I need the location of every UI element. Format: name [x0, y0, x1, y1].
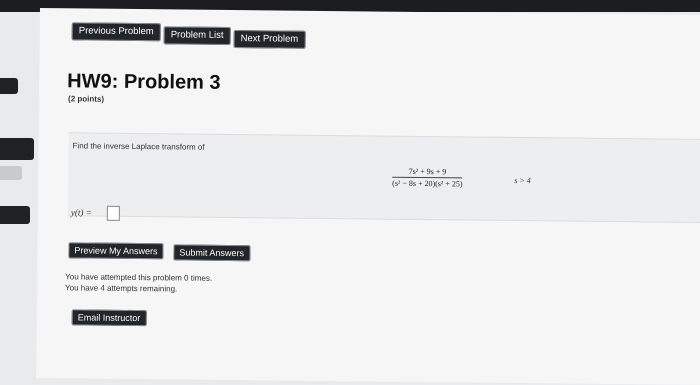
answer-input[interactable] — [106, 205, 120, 221]
problem-statement: Find the inverse Laplace transform of 7s… — [67, 132, 700, 224]
answer-label: y(t) = — [70, 207, 92, 218]
email-instructor-button[interactable]: Email Instructor — [71, 309, 147, 327]
preview-answers-button[interactable]: Preview My Answers — [68, 242, 164, 260]
points-label: (2 points) — [68, 94, 105, 104]
sidebar-tab[interactable] — [0, 206, 30, 224]
submit-answers-button[interactable]: Submit Answers — [173, 244, 251, 262]
next-problem-button[interactable]: Next Problem — [233, 30, 306, 49]
remaining-message: You have 4 attempts remaining. — [65, 283, 178, 294]
previous-problem-button[interactable]: Previous Problem — [71, 22, 161, 42]
problem-prompt: Find the inverse Laplace transform of — [72, 141, 205, 152]
problem-page: Previous Problem Problem List Next Probl… — [36, 8, 700, 385]
expression-denominator: (s² − 8s + 20)(s² + 25) — [392, 178, 463, 189]
sidebar-tab[interactable] — [0, 138, 34, 160]
page-title: HW9: Problem 3 — [67, 70, 221, 94]
sidebar-tab[interactable] — [0, 166, 22, 180]
problem-list-button[interactable]: Problem List — [163, 26, 231, 45]
domain-condition: s > 4 — [514, 175, 531, 186]
sidebar-tab[interactable] — [0, 78, 18, 94]
laplace-expression: 7s² + 9s + 9 (s² − 8s + 20)(s² + 25) — [392, 167, 463, 189]
